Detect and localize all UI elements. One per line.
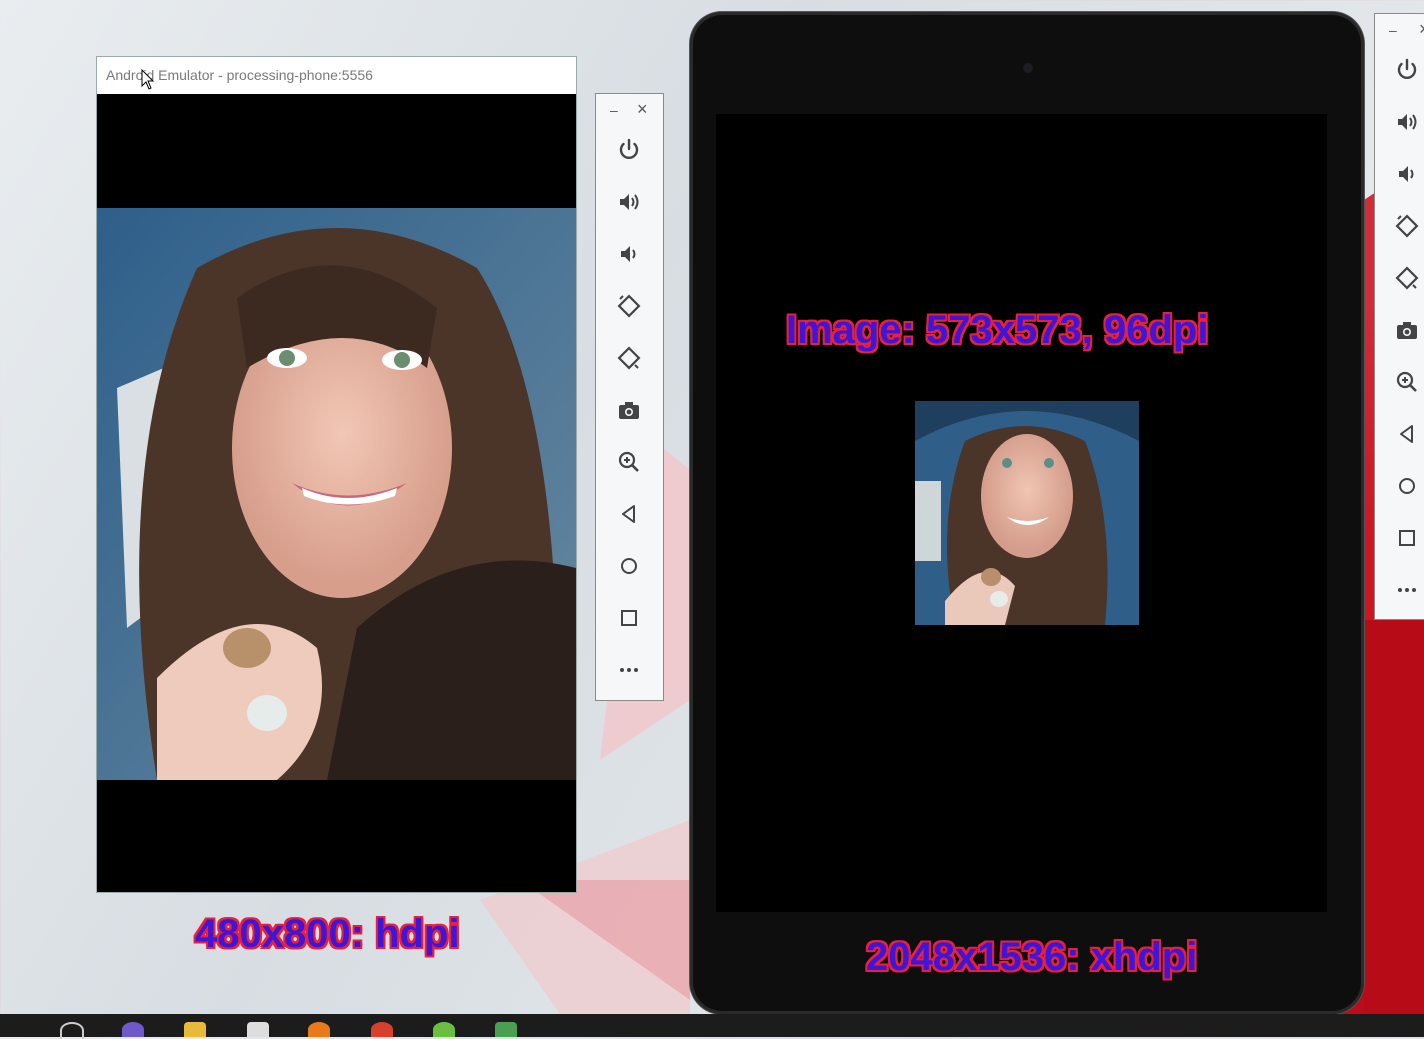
more-icon[interactable] xyxy=(614,655,644,685)
camera-icon[interactable] xyxy=(614,395,644,425)
back-icon[interactable] xyxy=(1392,419,1422,449)
emulator-window-phone[interactable]: Android Emulator - processing-phone:5556 xyxy=(96,56,577,893)
volume-up-icon[interactable] xyxy=(614,187,644,217)
rotate-right-icon[interactable] xyxy=(614,343,644,373)
tablet-resolution-label: 2048x1536: xhdpi xyxy=(866,935,1198,979)
home-icon[interactable] xyxy=(614,551,644,581)
phone-resolution-label: 480x800: hdpi xyxy=(195,912,460,956)
camera-dot xyxy=(1023,63,1033,73)
mouse-cursor-icon xyxy=(141,69,155,90)
home-icon[interactable] xyxy=(1392,471,1422,501)
minimize-button[interactable]: – xyxy=(610,102,618,118)
minimize-button-2[interactable]: – xyxy=(1389,22,1397,38)
back-icon[interactable] xyxy=(614,499,644,529)
portrait-photo xyxy=(97,208,576,780)
emulator-toolbar-tablet: – × xyxy=(1374,13,1424,620)
rotate-left-icon[interactable] xyxy=(614,291,644,321)
rotate-left-icon[interactable] xyxy=(1392,211,1422,241)
emulator-toolbar-phone: – × xyxy=(595,93,664,701)
taskbar xyxy=(0,1014,1424,1039)
app-icon-green[interactable] xyxy=(433,1022,455,1037)
firefox-icon[interactable] xyxy=(308,1022,330,1037)
close-button[interactable]: × xyxy=(637,99,648,120)
overview-icon[interactable] xyxy=(1392,523,1422,553)
volume-down-icon[interactable] xyxy=(1392,159,1422,189)
app-icon-purple[interactable] xyxy=(122,1022,144,1037)
overview-icon[interactable] xyxy=(614,603,644,633)
power-icon[interactable] xyxy=(614,135,644,165)
rotate-right-icon[interactable] xyxy=(1392,263,1422,293)
app-icon-green-2[interactable] xyxy=(495,1022,517,1037)
thumbnail-photo xyxy=(915,401,1139,625)
emulator-tablet-frame[interactable] xyxy=(690,12,1364,1014)
chrome-icon[interactable] xyxy=(371,1022,393,1037)
close-button-2[interactable]: × xyxy=(1419,19,1424,40)
volume-up-icon[interactable] xyxy=(1392,107,1422,137)
zoom-icon[interactable] xyxy=(1392,367,1422,397)
more-icon[interactable] xyxy=(1392,575,1422,605)
help-icon[interactable] xyxy=(60,1022,84,1039)
camera-icon[interactable] xyxy=(1392,315,1422,345)
zoom-icon[interactable] xyxy=(614,447,644,477)
folder-icon[interactable] xyxy=(184,1022,206,1037)
calculator-icon[interactable] xyxy=(247,1022,269,1037)
window-title[interactable]: Android Emulator - processing-phone:5556 xyxy=(97,57,576,94)
image-caption: Image: 573x573, 96dpi xyxy=(786,308,1209,352)
power-icon[interactable] xyxy=(1392,55,1422,85)
phone-screen[interactable] xyxy=(97,94,576,892)
tablet-screen[interactable] xyxy=(716,114,1327,912)
volume-down-icon[interactable] xyxy=(614,239,644,269)
